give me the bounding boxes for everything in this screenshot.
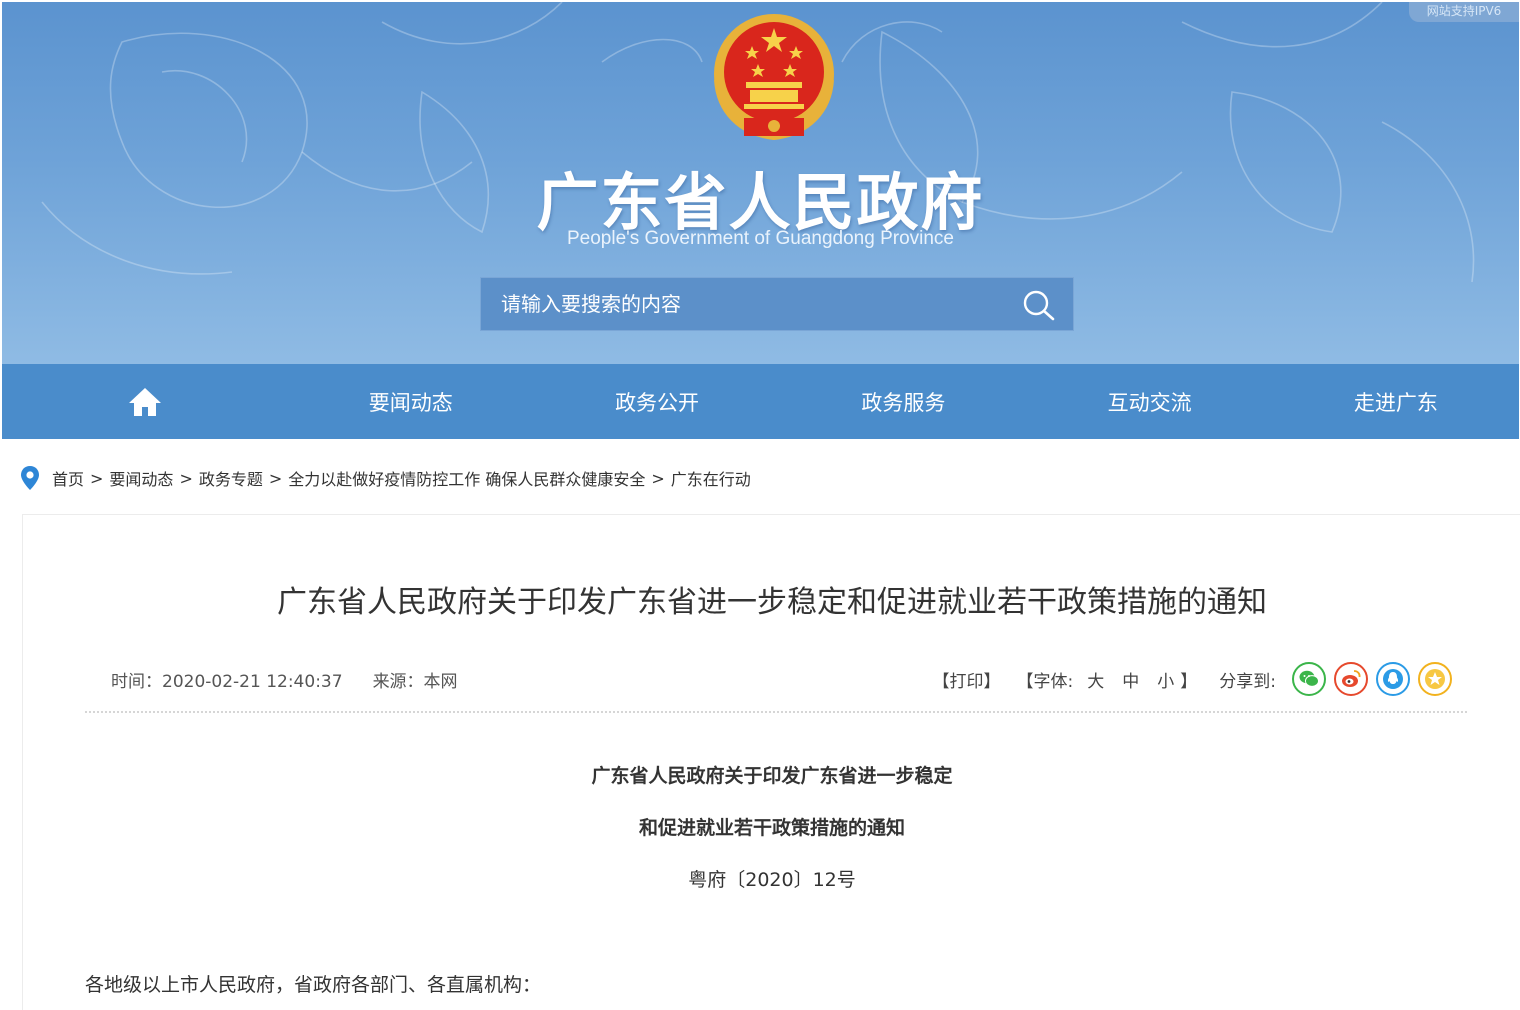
share-wechat[interactable] [1292,662,1326,696]
share-weibo[interactable] [1334,662,1368,696]
national-emblem-icon [714,14,834,141]
home-icon [128,387,161,416]
share-qq[interactable] [1376,662,1410,696]
qq-icon [1383,669,1403,689]
ipv6-support-badge: 网站支持IPV6 [1409,2,1519,22]
article-title: 广东省人民政府关于印发广东省进一步稳定和促进就业若干政策措施的通知 [277,585,1267,620]
weibo-icon [1342,670,1361,687]
article-card: 广东省人民政府关于印发广东省进一步稳定和促进就业若干政策措施的通知 时间：202… [22,514,1520,1010]
search-input[interactable] [481,278,1001,330]
header-banner: 网站支持IPV6 广东省人民政府 People's Government of … [2,2,1519,364]
breadcrumb-guangdong-in-action[interactable]: 广东在行动 [671,466,751,490]
nav-item-about-guangdong[interactable]: 走进广东 [1273,364,1519,439]
share-label: 分享到: [1219,671,1276,692]
location-pin-icon [21,466,39,490]
breadcrumb-home[interactable]: 首页 [52,466,84,490]
nav-item-gov-services[interactable]: 政务服务 [780,364,1026,439]
share-qzone[interactable] [1418,662,1452,696]
font-size-label: 【字体: [1016,671,1074,692]
nav-item-news[interactable]: 要闻动态 [288,364,534,439]
document-title-line-1: 广东省人民政府关于印发广东省进一步稳定 [591,765,953,787]
nav-home[interactable] [2,364,288,439]
font-size-bracket: 】 [1180,671,1198,692]
article-meta: 时间：2020-02-21 12:40:37 来源：本网 [111,667,458,692]
publish-time: 时间：2020-02-21 12:40:37 [111,672,343,692]
breadcrumb-epidemic-topic[interactable]: 全力以赴做好疫情防控工作 确保人民群众健康安全 [288,466,645,490]
article-source: 来源：本网 [372,672,458,692]
breadcrumb-separator: > [268,468,283,488]
wechat-icon [1299,670,1319,687]
breadcrumb-news[interactable]: 要闻动态 [109,466,173,490]
document-number: 粤府〔2020〕12号 [688,869,856,891]
font-size-small[interactable]: 小 [1157,667,1174,692]
breadcrumb: 首页 > 要闻动态 > 政务专题 > 全力以赴做好疫情防控工作 确保人民群众健康… [20,464,751,492]
print-link[interactable]: 【打印】 [933,667,1001,692]
breadcrumb-separator: > [651,468,665,488]
breadcrumb-gov-topics[interactable]: 政务专题 [199,466,263,490]
nav-item-interaction[interactable]: 互动交流 [1026,364,1272,439]
qzone-icon [1425,669,1445,689]
search-icon[interactable] [1021,288,1057,322]
site-subtitle: People's Government of Guangdong Provinc… [566,228,955,249]
document-title-line-2: 和促进就业若干政策措施的通知 [638,817,905,839]
document-salutation: 各地级以上市人民政府，省政府各部门、各直属机构： [85,974,542,996]
breadcrumb-separator: > [90,468,104,488]
search-box [480,277,1074,331]
nav-item-gov-affairs-public[interactable]: 政务公开 [534,364,780,439]
meta-divider [85,711,1467,713]
breadcrumb-separator: > [179,468,193,488]
article-tools: 【打印】 【字体: 大 中 小 】 分享到: [933,661,1452,697]
font-size-large[interactable]: 大 [1087,667,1104,692]
font-size-medium[interactable]: 中 [1122,667,1139,692]
main-nav: 要闻动态 政务公开 政务服务 互动交流 走进广东 [2,364,1519,439]
